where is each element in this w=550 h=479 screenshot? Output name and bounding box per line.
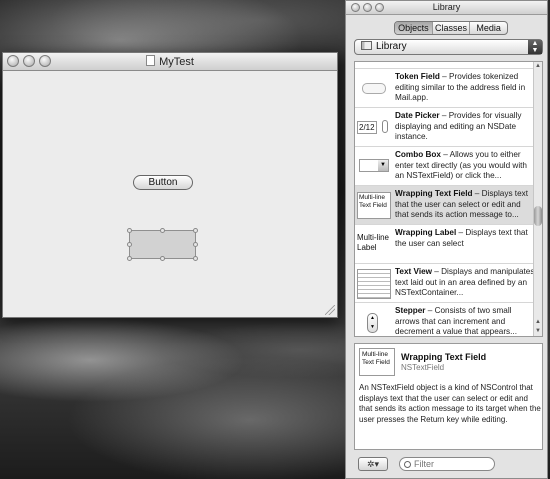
list-item-text: Token Field – Provides tokenized editing…	[395, 72, 526, 102]
list-item-token-field[interactable]: Token Field – Provides tokenized editing…	[355, 69, 542, 108]
tab-media[interactable]: Media	[470, 22, 507, 34]
scroll-up-arrow-icon[interactable]: ▲	[534, 62, 542, 71]
list-item-stepper[interactable]: ▲ ▼ Stepper – Consists of two small arrow…	[355, 303, 542, 336]
combo-box-thumbnail-icon: ▼	[357, 151, 391, 181]
selection-handle[interactable]	[160, 228, 165, 233]
mytest-window: MyTest Button	[2, 52, 338, 318]
detail-class-name: NSTextField	[401, 363, 445, 372]
item-name: Wrapping Label	[395, 228, 457, 237]
item-name: Combo Box	[395, 150, 441, 159]
popup-selected-label: Library	[376, 41, 407, 52]
wrapping-text-field-thumbnail-icon: Multi-line Text Field	[357, 190, 391, 220]
item-name: Wrapping Text Field	[395, 189, 473, 198]
window-content: Button	[3, 71, 337, 317]
list-item-wrapping-text-field[interactable]: Multi-line Text Field Wrapping Text Fiel…	[355, 186, 542, 225]
selection-handle[interactable]	[193, 256, 198, 261]
library-icon	[361, 41, 372, 50]
selection-handle[interactable]	[193, 242, 198, 247]
library-panel: Library Objects Classes Media Library ▲ ▼…	[345, 0, 548, 479]
list-item-date-picker[interactable]: 2/12 Date Picker – Provides for visually…	[355, 108, 542, 147]
list-item-text: Combo Box – Allows you to either enter t…	[395, 150, 527, 180]
tab-objects[interactable]: Objects	[395, 22, 433, 34]
object-list: Token Field – Provides tokenized editing…	[354, 61, 543, 337]
selection-handle[interactable]	[127, 228, 132, 233]
library-popup-button[interactable]: Library ▲ ▼	[354, 39, 543, 55]
list-item-wrapping-label[interactable]: Multi-line Label Wrapping Label – Displa…	[355, 225, 542, 264]
mytest-titlebar[interactable]: MyTest	[3, 53, 337, 71]
gear-icon: ✲▾	[366, 459, 380, 469]
push-button[interactable]: Button	[133, 175, 193, 190]
selection-handle[interactable]	[193, 228, 198, 233]
selection-handle[interactable]	[127, 242, 132, 247]
popup-arrows-icon: ▲ ▼	[528, 40, 542, 54]
list-item-text: Stepper – Consists of two small arrows t…	[395, 306, 517, 336]
list-item-text: Wrapping Text Field – Displays text that…	[395, 189, 529, 219]
wrapping-text-field-selected[interactable]	[127, 228, 198, 261]
token-field-thumbnail-icon	[357, 73, 391, 103]
detail-pane: Multi-line Text Field Wrapping Text Fiel…	[354, 343, 543, 450]
list-item-text: Date Picker – Provides for visually disp…	[395, 111, 522, 141]
list-scrollbar[interactable]: ▲ ▲ ▼	[533, 62, 542, 336]
wrapping-label-thumb-text: Multi-line Label	[357, 233, 390, 252]
library-title: Library	[432, 2, 461, 12]
library-bottom-bar: ✲▾	[354, 456, 543, 474]
filter-field[interactable]	[399, 457, 495, 471]
scroll-knob[interactable]	[534, 206, 542, 226]
item-name: Date Picker	[395, 111, 440, 120]
detail-thumbnail: Multi-line Text Field	[359, 348, 395, 376]
window-title: MyTest	[3, 55, 337, 68]
text-view-thumbnail-icon	[357, 268, 391, 299]
search-icon	[404, 461, 411, 468]
scroll-down-arrow-icon[interactable]: ▼	[534, 327, 542, 336]
item-name: Token Field	[395, 72, 440, 81]
scroll-up-arrow-icon[interactable]: ▲	[534, 318, 542, 327]
resize-grip-icon[interactable]	[325, 305, 335, 315]
list-item-combo-box[interactable]: ▼ Combo Box – Allows you to either enter…	[355, 147, 542, 186]
item-name: Text View	[395, 267, 433, 276]
selection-handle[interactable]	[160, 256, 165, 261]
wrapping-text-field-thumb-text: Multi-line Text Field	[357, 192, 391, 219]
item-name: Stepper	[395, 306, 426, 315]
library-titlebar[interactable]: Library	[346, 1, 547, 15]
detail-name: Wrapping Text Field	[401, 352, 487, 362]
filter-input[interactable]	[414, 459, 484, 469]
list-item-partial[interactable]	[355, 62, 542, 69]
list-item-text-view[interactable]: Text View – Displays and manipulates tex…	[355, 264, 542, 303]
window-title-label: MyTest	[159, 56, 194, 68]
action-menu-button[interactable]: ✲▾	[358, 457, 388, 471]
detail-description: An NSTextField object is a kind of NSCon…	[359, 383, 541, 424]
list-item-text: Wrapping Label – Displays text that the …	[395, 228, 528, 248]
date-picker-thumbnail-icon: 2/12	[357, 112, 391, 142]
tab-classes[interactable]: Classes	[433, 22, 471, 34]
library-tab-control: Objects Classes Media	[394, 21, 508, 35]
stepper-thumbnail-icon: ▲ ▼	[357, 307, 391, 336]
wrapping-label-thumbnail-icon: Multi-line Label	[357, 229, 391, 259]
list-item-text: Text View – Displays and manipulates tex…	[395, 267, 535, 297]
document-icon	[146, 55, 156, 66]
date-picker-thumb-text: 2/12	[357, 121, 377, 134]
selection-handle[interactable]	[127, 256, 132, 261]
